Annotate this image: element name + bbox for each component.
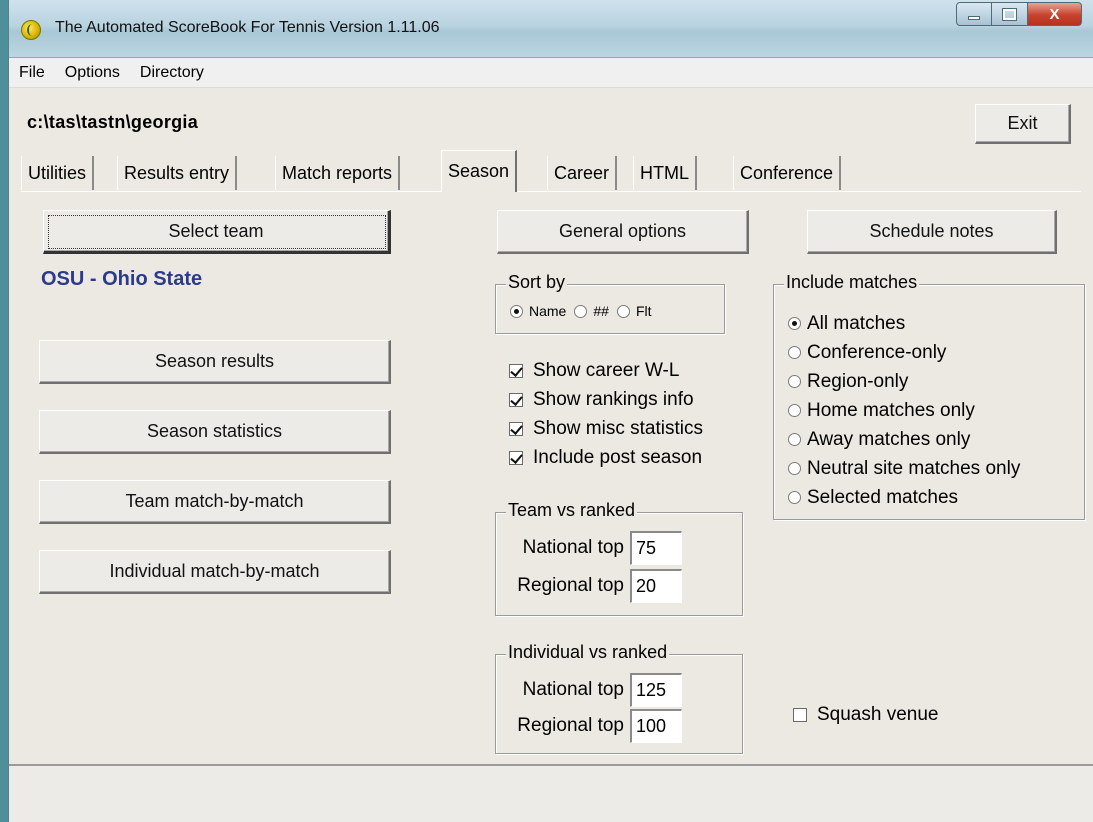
home-matches-radio[interactable] [788, 404, 801, 417]
individual-national-top-input[interactable]: 125 [630, 673, 682, 707]
away-matches-label: Away matches only [807, 428, 971, 450]
show-rankings-info-label: Show rankings info [533, 388, 694, 410]
close-icon: X [1049, 5, 1060, 23]
tab-bar: Utilities Results entry Match reports Se… [21, 150, 1081, 192]
sort-flight-label: Flt [635, 303, 652, 319]
conference-only-radio[interactable] [788, 346, 801, 359]
squash-venue-option[interactable]: Squash venue [793, 704, 939, 726]
minimize-icon [968, 16, 980, 20]
show-misc-statistics-checkbox[interactable] [509, 421, 523, 436]
squash-venue-label: Squash venue [817, 704, 939, 725]
team-national-top-label: National top [522, 537, 624, 558]
tab-utilities[interactable]: Utilities [21, 156, 95, 190]
title-bar[interactable]: The Automated ScoreBook For Tennis Versi… [9, 0, 1093, 58]
select-team-button[interactable]: Select team [43, 210, 391, 254]
squash-venue-checkbox[interactable] [793, 708, 807, 722]
window-controls: X [956, 2, 1082, 26]
individual-vs-ranked-legend: Individual vs ranked [506, 642, 670, 663]
tab-season[interactable]: Season [441, 150, 518, 192]
close-button[interactable]: X [1028, 2, 1082, 26]
team-vs-ranked-group: Team vs ranked National top 75 Regional … [495, 500, 743, 616]
maximize-icon [1002, 7, 1017, 21]
include-matches-legend: Include matches [784, 272, 920, 293]
current-directory-path: c:\tas\tastn\georgia [27, 112, 199, 132]
show-career-wl-label: Show career W-L [533, 359, 680, 381]
sort-flight-radio[interactable] [616, 304, 630, 318]
include-all-matches-option[interactable]: All matches [788, 309, 1020, 338]
selected-team-name: OSU - Ohio State [41, 268, 203, 290]
tab-career[interactable]: Career [547, 156, 618, 190]
away-matches-radio[interactable] [788, 433, 801, 446]
schedule-notes-button[interactable]: Schedule notes [807, 210, 1057, 254]
general-options-button[interactable]: General options [497, 210, 749, 254]
individual-match-by-match-button[interactable]: Individual match-by-match [39, 550, 391, 594]
region-only-label: Region-only [807, 370, 909, 392]
team-match-by-match-button[interactable]: Team match-by-match [39, 480, 391, 524]
selected-matches-radio[interactable] [788, 491, 801, 504]
team-regional-top-label: Regional top [517, 575, 624, 596]
sort-by-group: Sort by Name ## Flt [495, 272, 725, 334]
sort-name-label: Name [529, 303, 567, 319]
individual-regional-top-label: Regional top [517, 715, 624, 736]
show-career-wl-checkbox[interactable] [509, 363, 523, 378]
neutral-site-label: Neutral site matches only [807, 457, 1021, 479]
tab-match-reports[interactable]: Match reports [275, 156, 401, 190]
sort-by-legend: Sort by [506, 272, 568, 293]
include-conference-only-option[interactable]: Conference-only [788, 338, 1020, 367]
menu-bar: File Options Directory [9, 58, 1093, 88]
team-national-top-input[interactable]: 75 [630, 531, 682, 565]
maximize-button[interactable] [992, 2, 1028, 26]
selected-matches-label: Selected matches [807, 486, 959, 508]
menu-file[interactable]: File [9, 64, 55, 82]
team-vs-ranked-legend: Team vs ranked [506, 500, 638, 521]
home-matches-label: Home matches only [807, 399, 975, 421]
show-rankings-info-checkbox[interactable] [509, 392, 523, 407]
individual-regional-top-input[interactable]: 100 [630, 709, 682, 743]
individual-national-top-label: National top [522, 679, 624, 700]
tab-results-entry[interactable]: Results entry [117, 156, 238, 190]
sort-number-radio[interactable] [574, 304, 588, 318]
individual-vs-ranked-group: Individual vs ranked National top 125 Re… [495, 642, 743, 754]
window-title: The Automated ScoreBook For Tennis Versi… [55, 19, 440, 36]
season-statistics-button[interactable]: Season statistics [39, 410, 391, 454]
sort-name-radio[interactable] [510, 304, 523, 318]
tab-conference[interactable]: Conference [733, 156, 842, 190]
main-window: The Automated ScoreBook For Tennis Versi… [8, 0, 1093, 822]
conference-only-label: Conference-only [807, 341, 947, 363]
minimize-button[interactable] [956, 2, 992, 26]
show-misc-statistics-label: Show misc statistics [533, 417, 703, 439]
display-options: Show career W-L Show rankings info Show … [509, 356, 703, 472]
show-misc-statistics-option[interactable]: Show misc statistics [509, 414, 703, 443]
menu-options[interactable]: Options [55, 64, 130, 82]
region-only-radio[interactable] [788, 375, 801, 388]
sort-number-label: ## [593, 303, 609, 319]
include-region-only-option[interactable]: Region-only [788, 367, 1020, 396]
all-matches-label: All matches [807, 312, 906, 334]
exit-button[interactable]: Exit [975, 104, 1071, 144]
team-regional-top-input[interactable]: 20 [630, 569, 682, 603]
include-neutral-site-option[interactable]: Neutral site matches only [788, 454, 1020, 483]
status-bar [9, 764, 1093, 822]
show-career-wl-option[interactable]: Show career W-L [509, 356, 703, 385]
all-matches-radio[interactable] [788, 317, 801, 330]
menu-directory[interactable]: Directory [130, 64, 214, 82]
season-results-button[interactable]: Season results [39, 340, 391, 384]
include-post-season-option[interactable]: Include post season [509, 443, 703, 472]
include-selected-matches-option[interactable]: Selected matches [788, 483, 1020, 512]
include-post-season-label: Include post season [533, 446, 703, 468]
neutral-site-radio[interactable] [788, 462, 801, 475]
include-home-matches-option[interactable]: Home matches only [788, 396, 1020, 425]
include-post-season-checkbox[interactable] [509, 450, 523, 465]
include-away-matches-option[interactable]: Away matches only [788, 425, 1020, 454]
tab-html[interactable]: HTML [633, 156, 697, 190]
show-rankings-info-option[interactable]: Show rankings info [509, 385, 703, 414]
include-matches-group: Include matches All matches Conference-o… [773, 272, 1085, 520]
tennis-ball-icon [21, 20, 41, 40]
